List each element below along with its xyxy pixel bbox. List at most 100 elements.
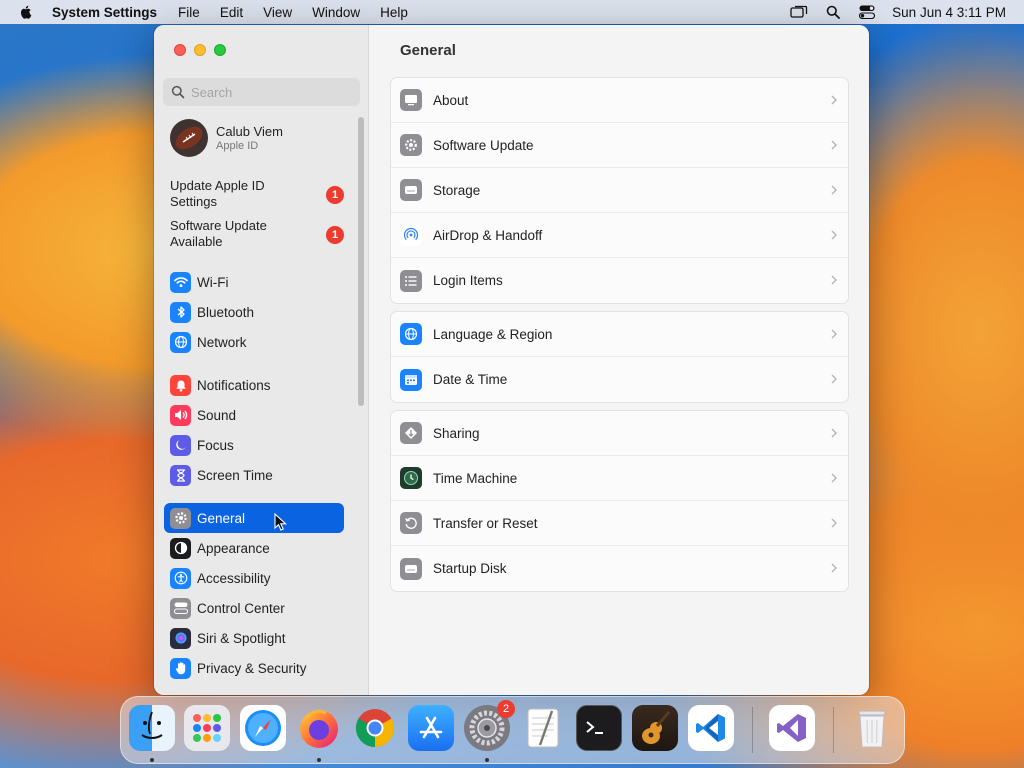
chevron-right-icon <box>831 428 837 438</box>
mouse-pointer-icon <box>274 513 288 531</box>
launchpad-icon[interactable] <box>184 705 230 751</box>
sidebar-item-bluetooth[interactable]: Bluetooth <box>164 297 344 327</box>
menu-window[interactable]: Window <box>312 5 360 20</box>
bluetooth-icon <box>170 301 191 323</box>
row-software-update[interactable]: Software Update <box>391 123 848 168</box>
sidebar-item-label: Control Center <box>197 600 285 616</box>
settings-group: Sharing Time Machine Transfer or Reset S… <box>390 410 849 592</box>
menu-file[interactable]: File <box>178 5 200 20</box>
sidebar-item-label: Sound <box>197 407 237 423</box>
sidebar-item-wifi[interactable]: Wi-Fi <box>164 267 344 297</box>
sidebar-item-label: Focus <box>197 437 234 453</box>
sidebar-item-general[interactable]: General <box>164 503 344 533</box>
menu-clock[interactable]: Sun Jun 4 3:11 PM <box>892 5 1006 20</box>
update-apple-id-notice[interactable]: Update Apple ID Settings 1 <box>170 178 345 210</box>
sidebar-item-screen-time[interactable]: Screen Time <box>164 460 344 490</box>
hand-icon <box>170 657 191 679</box>
finder-icon[interactable] <box>129 705 175 751</box>
chevron-right-icon <box>831 95 837 105</box>
visual-studio-icon[interactable] <box>769 705 815 751</box>
running-indicator <box>150 758 154 762</box>
profile-subtitle: Apple ID <box>216 140 259 152</box>
dock: 2 <box>120 696 905 764</box>
menu-view[interactable]: View <box>263 5 292 20</box>
row-label: Language & Region <box>433 326 553 342</box>
menu-edit[interactable]: Edit <box>220 5 243 20</box>
chevron-right-icon <box>831 140 837 150</box>
appearance-icon <box>170 537 191 559</box>
settings-group: About Software Update Storage AirDrop & … <box>390 77 849 304</box>
notice-label: Update Apple ID Settings <box>170 178 265 209</box>
sidebar-item-label: Privacy & Security <box>197 660 307 676</box>
spotlight-search-icon[interactable] <box>824 4 842 20</box>
notification-badge: 2 <box>497 700 515 718</box>
sidebar-item-label: General <box>197 510 246 526</box>
sidebar-item-focus[interactable]: Focus <box>164 430 344 460</box>
page-title: General <box>400 42 456 59</box>
row-login-items[interactable]: Login Items <box>391 258 848 303</box>
row-label: AirDrop & Handoff <box>433 227 543 243</box>
profile-name: Calub Viem <box>216 124 283 139</box>
sidebar-item-notifications[interactable]: Notifications <box>164 370 344 400</box>
close-button[interactable] <box>174 44 186 56</box>
apple-menu-icon[interactable] <box>18 4 34 20</box>
sidebar-item-accessibility[interactable]: Accessibility <box>164 563 344 593</box>
minimize-button[interactable] <box>194 44 206 56</box>
calendar-icon <box>400 368 422 391</box>
row-sharing[interactable]: Sharing <box>391 411 848 456</box>
chrome-icon[interactable] <box>352 705 398 751</box>
main-content: General About Software Update Storage Ai… <box>370 25 869 695</box>
zoom-button[interactable] <box>214 44 226 56</box>
software-update-notice[interactable]: Software Update Available 1 <box>170 218 345 250</box>
chevron-right-icon <box>831 374 837 384</box>
app-name-menu[interactable]: System Settings <box>52 5 157 20</box>
chevron-right-icon <box>831 230 837 240</box>
sidebar-item-label: Notifications <box>197 377 271 393</box>
row-about[interactable]: About <box>391 78 848 123</box>
terminal-icon[interactable] <box>576 705 622 751</box>
row-language-region[interactable]: Language & Region <box>391 312 848 357</box>
display-icon <box>400 89 422 111</box>
row-startup-disk[interactable]: Startup Disk <box>391 546 848 591</box>
siri-icon <box>170 627 191 649</box>
garageband-icon[interactable] <box>632 705 678 751</box>
sidebar-item-sound[interactable]: Sound <box>164 400 344 430</box>
row-storage[interactable]: Storage <box>391 168 848 213</box>
sidebar-item-control-center[interactable]: Control Center <box>164 593 344 623</box>
control-center-icon[interactable] <box>858 4 876 20</box>
apple-id-profile[interactable]: Calub Viem Apple ID <box>170 119 283 157</box>
chevron-right-icon <box>831 275 837 285</box>
chevron-right-icon <box>831 473 837 483</box>
safari-icon[interactable] <box>240 705 286 751</box>
sidebar-item-siri-spotlight[interactable]: Siri & Spotlight <box>164 623 344 653</box>
search-field[interactable] <box>163 78 360 106</box>
reset-icon <box>400 512 422 534</box>
row-transfer-reset[interactable]: Transfer or Reset <box>391 501 848 546</box>
menu-help[interactable]: Help <box>380 5 408 20</box>
sidebar-item-label: Screen Time <box>197 467 273 483</box>
system-settings-window: Calub Viem Apple ID Update Apple ID Sett… <box>154 25 869 695</box>
settings-group: Language & Region Date & Time <box>390 311 849 403</box>
textedit-icon[interactable] <box>520 705 566 751</box>
sidebar-item-network[interactable]: Network <box>164 327 344 357</box>
trash-icon[interactable] <box>849 705 895 751</box>
list-icon <box>400 269 422 292</box>
screen-mirroring-icon[interactable] <box>790 4 808 20</box>
vscode-icon[interactable] <box>688 705 734 751</box>
row-date-time[interactable]: Date & Time <box>391 357 848 402</box>
chevron-right-icon <box>831 329 837 339</box>
row-airdrop-handoff[interactable]: AirDrop & Handoff <box>391 213 848 258</box>
sidebar-item-label: Siri & Spotlight <box>197 630 286 646</box>
sidebar-item-label: Accessibility <box>197 570 271 586</box>
sidebar-item-privacy-security[interactable]: Privacy & Security <box>164 653 344 683</box>
app-store-icon[interactable] <box>408 705 454 751</box>
chevron-right-icon <box>831 518 837 528</box>
row-time-machine[interactable]: Time Machine <box>391 456 848 501</box>
search-input[interactable] <box>191 84 351 100</box>
sidebar: Calub Viem Apple ID Update Apple ID Sett… <box>154 25 369 695</box>
row-label: Date & Time <box>433 372 508 387</box>
firefox-icon[interactable] <box>296 705 342 751</box>
sidebar-scrollbar[interactable] <box>358 117 364 406</box>
dock-separator <box>752 707 753 753</box>
sidebar-item-appearance[interactable]: Appearance <box>164 533 344 563</box>
